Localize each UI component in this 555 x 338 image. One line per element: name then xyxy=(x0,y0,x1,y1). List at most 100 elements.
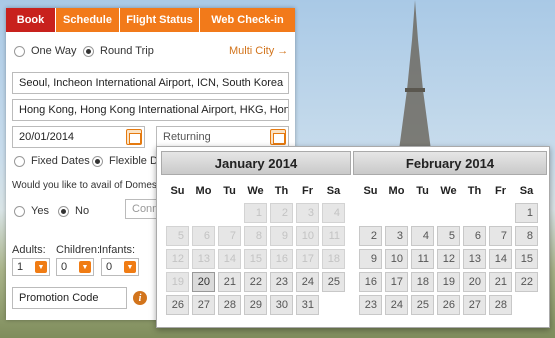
calendar-day[interactable]: 8 xyxy=(515,226,538,246)
domestic-no-option[interactable]: No xyxy=(58,205,89,217)
calendar-day[interactable]: 14 xyxy=(489,249,512,269)
calendar-day[interactable]: 19 xyxy=(437,272,460,292)
calendar-day[interactable]: 28 xyxy=(218,295,241,315)
tab-schedule[interactable]: Schedule xyxy=(56,8,120,32)
weekday-label: Th xyxy=(274,185,289,197)
domestic-yes-radio[interactable] xyxy=(14,205,25,217)
weekday-label: Tu xyxy=(223,185,236,197)
adults-label: Adults: xyxy=(12,244,46,256)
calendar-day[interactable]: 16 xyxy=(359,272,382,292)
fixed-dates-option[interactable]: Fixed Dates xyxy=(14,155,90,167)
calendar-day[interactable]: 2 xyxy=(359,226,382,246)
round-trip-radio[interactable] xyxy=(83,45,94,57)
origin-field[interactable]: Seoul, Incheon International Airport, IC… xyxy=(12,72,289,94)
domestic-yes-option[interactable]: Yes xyxy=(14,205,49,217)
calendar-day[interactable]: 4 xyxy=(411,226,434,246)
calendar-day[interactable]: 21 xyxy=(489,272,512,292)
calendar-day[interactable]: 26 xyxy=(166,295,189,315)
calendar-day[interactable]: 25 xyxy=(322,272,345,292)
return-calendar-icon[interactable] xyxy=(270,129,286,145)
calendar-day: 5 xyxy=(166,226,189,246)
calendar-day[interactable]: 20 xyxy=(192,272,215,292)
children-select[interactable]: 0 ▼ xyxy=(56,258,94,276)
calendar-day[interactable]: 21 xyxy=(218,272,241,292)
fixed-dates-radio[interactable] xyxy=(14,155,25,167)
info-icon[interactable]: i xyxy=(133,291,147,305)
calendar-day[interactable]: 20 xyxy=(463,272,486,292)
calendar-day: 2 xyxy=(270,203,293,223)
calendar-day[interactable]: 6 xyxy=(463,226,486,246)
calendar-day[interactable]: 23 xyxy=(270,272,293,292)
calendar-day[interactable]: 9 xyxy=(359,249,382,269)
weekday-header-row: Su Mo Tu We Th Fr Sa xyxy=(166,182,345,200)
calendar-day[interactable]: 23 xyxy=(359,295,382,315)
calendar-day[interactable]: 11 xyxy=(411,249,434,269)
calendar-day[interactable]: 24 xyxy=(296,272,319,292)
infants-select[interactable]: 0 ▼ xyxy=(101,258,139,276)
calendar-day[interactable]: 10 xyxy=(385,249,408,269)
tab-flight-status[interactable]: Flight Status xyxy=(120,8,200,32)
calendar-day[interactable]: 31 xyxy=(296,295,319,315)
infants-value: 0 xyxy=(106,261,113,273)
calendar-day[interactable]: 27 xyxy=(192,295,215,315)
calendar-day: 7 xyxy=(218,226,241,246)
weekday-label: Fr xyxy=(302,185,313,197)
calendar-day[interactable]: 7 xyxy=(489,226,512,246)
domestic-no-radio[interactable] xyxy=(58,205,69,217)
domestic-yes-label: Yes xyxy=(31,205,49,217)
calendar-day[interactable]: 30 xyxy=(270,295,293,315)
calendar-day[interactable]: 28 xyxy=(489,295,512,315)
empty-cell xyxy=(437,203,460,223)
calendar-day[interactable]: 3 xyxy=(385,226,408,246)
weekday-label: Tu xyxy=(416,185,429,197)
tab-book[interactable]: Book xyxy=(6,8,56,32)
calendar-day[interactable]: 5 xyxy=(437,226,460,246)
fixed-dates-label: Fixed Dates xyxy=(31,155,90,167)
calendar-day[interactable]: 26 xyxy=(437,295,460,315)
calendar-day[interactable]: 18 xyxy=(411,272,434,292)
calendar-day: 4 xyxy=(322,203,345,223)
empty-cell xyxy=(463,203,486,223)
calendar-day: 13 xyxy=(192,249,215,269)
calendar-day: 9 xyxy=(270,226,293,246)
one-way-radio[interactable] xyxy=(14,45,25,57)
trip-type-one-way[interactable]: One Way xyxy=(14,45,76,57)
calendar-day[interactable]: 22 xyxy=(515,272,538,292)
children-label: Children: xyxy=(56,244,101,256)
calendar-day[interactable]: 15 xyxy=(515,249,538,269)
calendar-day[interactable]: 27 xyxy=(463,295,486,315)
calendar-day: 14 xyxy=(218,249,241,269)
calendar-day[interactable]: 22 xyxy=(244,272,267,292)
multi-city-link[interactable]: Multi City → xyxy=(229,45,288,57)
calendar-day[interactable]: 24 xyxy=(385,295,408,315)
adults-select[interactable]: 1 ▼ xyxy=(12,258,50,276)
trip-type-round-trip[interactable]: Round Trip xyxy=(83,45,154,57)
weekday-label: Sa xyxy=(326,185,341,197)
depart-calendar-icon[interactable] xyxy=(126,129,142,145)
empty-cell xyxy=(218,203,241,223)
flexible-dates-radio[interactable] xyxy=(92,155,103,167)
calendar-february: Su Mo Tu We Th Fr Sa 1 2 3 4 5 6 7 8 9 10 11 12 13 14 15 16 17 1… xyxy=(356,179,541,318)
calendar-week-row: 2345678 xyxy=(359,226,538,246)
calendar-week-row: 23 24 25 26 27 28 xyxy=(359,295,538,315)
empty-cell xyxy=(411,203,434,223)
empty-cell xyxy=(489,203,512,223)
calendar-day: 19 xyxy=(166,272,189,292)
calendar-week-row: 16 17 18 19 20 21 22 xyxy=(359,272,538,292)
destination-field[interactable]: Hong Kong, Hong Kong International Airpo… xyxy=(12,99,289,121)
date-picker: ◀ ▶ January 2014 February 2014 SuMoTuWeT… xyxy=(156,146,550,328)
calendar-day: 3 xyxy=(296,203,319,223)
calendar-day[interactable]: 17 xyxy=(385,272,408,292)
calendar-day[interactable]: 12 xyxy=(437,249,460,269)
calendar-day[interactable]: 25 xyxy=(411,295,434,315)
calendar-day[interactable]: 29 xyxy=(244,295,267,315)
calendar-day[interactable]: 1 xyxy=(515,203,538,223)
calendar-day: 17 xyxy=(296,249,319,269)
tab-web-check-in[interactable]: Web Check-in xyxy=(200,8,295,32)
promotion-code-field[interactable]: Promotion Code xyxy=(12,287,127,309)
calendar-day[interactable]: 13 xyxy=(463,249,486,269)
weekday-label: Su xyxy=(363,185,378,197)
calendar-week-row: 5 6 7 8 9 10 11 xyxy=(166,226,345,246)
calendar-week-row: 19 20 21 22 23 24 25 xyxy=(166,272,345,292)
month-title-january: January 2014 xyxy=(161,151,351,175)
